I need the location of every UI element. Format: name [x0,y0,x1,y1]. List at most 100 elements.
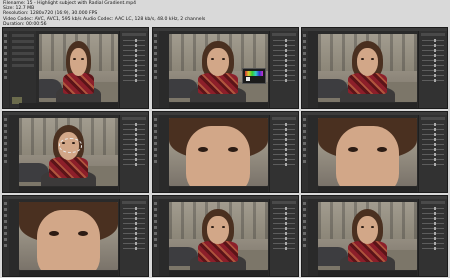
adjustment-slider[interactable] [123,158,145,161]
tool-icon[interactable] [303,118,306,121]
tool-icon[interactable] [303,238,306,241]
adjustment-slider[interactable] [272,44,295,47]
tool-icon[interactable] [153,154,157,157]
tool-icon[interactable] [153,142,157,145]
adjustment-slider[interactable] [422,222,444,225]
tool-icon[interactable] [4,40,7,43]
adjustment-slider[interactable] [123,153,145,156]
adjustment-slider[interactable] [422,153,444,156]
adjustment-slider[interactable] [123,232,145,235]
tool-icon[interactable] [153,130,157,133]
adjustment-slider[interactable] [422,232,444,235]
library-row[interactable] [12,46,34,49]
tool-icon[interactable] [4,118,7,121]
tool-icon[interactable] [303,244,306,247]
tool-icon[interactable] [153,208,157,211]
adjustment-slider[interactable] [422,79,444,82]
adjustment-slider[interactable] [422,207,444,210]
radial-gradient-outline[interactable] [58,138,83,153]
adjustment-slider[interactable] [422,74,444,77]
tool-icon[interactable] [303,208,306,211]
tool-icon[interactable] [303,160,306,163]
adjustment-slider[interactable] [123,163,145,166]
tool-icon[interactable] [4,226,7,229]
tool-icon[interactable] [303,70,306,73]
adjustment-slider[interactable] [422,64,444,67]
adjustment-slider[interactable] [422,227,444,230]
tool-icon[interactable] [153,64,157,67]
adjustment-slider[interactable] [123,44,145,47]
tool-icon[interactable] [153,220,157,223]
adjustment-slider[interactable] [123,227,145,230]
tool-icon[interactable] [303,76,306,79]
tool-icon[interactable] [303,136,306,139]
adjustment-slider[interactable] [272,69,295,72]
tool-icon[interactable] [4,76,7,79]
tool-icon[interactable] [153,226,157,229]
adjustment-slider[interactable] [123,79,145,82]
tool-icon[interactable] [153,160,157,163]
adjustment-slider[interactable] [123,222,145,225]
adjustment-slider[interactable] [422,242,444,245]
adjustment-slider[interactable] [422,59,444,62]
tool-icon[interactable] [153,136,157,139]
adjustment-slider[interactable] [272,222,295,225]
adjustment-slider[interactable] [422,133,444,136]
tool-icon[interactable] [4,160,7,163]
adjustment-slider[interactable] [123,247,145,250]
tool-icon[interactable] [4,148,7,151]
tool-icon[interactable] [4,70,7,73]
adjustment-slider[interactable] [272,133,295,136]
adjustment-slider[interactable] [123,49,145,52]
tool-icon[interactable] [4,34,7,37]
tool-icon[interactable] [4,244,7,247]
adjustment-slider[interactable] [123,138,145,141]
adjustment-slider[interactable] [272,207,295,210]
adjustment-slider[interactable] [422,128,444,131]
tool-icon[interactable] [4,154,7,157]
tool-icon[interactable] [153,148,157,151]
tool-icon[interactable] [153,232,157,235]
tool-icon[interactable] [303,202,306,205]
tool-icon[interactable] [4,202,7,205]
adjustment-slider[interactable] [422,44,444,47]
tool-icon[interactable] [303,64,306,67]
tool-icon[interactable] [153,202,157,205]
adjustment-slider[interactable] [123,212,145,215]
tool-icon[interactable] [303,124,306,127]
tool-icon[interactable] [4,142,7,145]
adjustment-slider[interactable] [272,247,295,250]
tool-icon[interactable] [4,220,7,223]
adjustment-slider[interactable] [272,64,295,67]
tool-icon[interactable] [303,220,306,223]
adjustment-slider[interactable] [272,158,295,161]
tool-icon[interactable] [303,232,306,235]
tool-icon[interactable] [153,46,157,49]
tool-icon[interactable] [303,142,306,145]
adjustment-slider[interactable] [123,237,145,240]
adjustment-slider[interactable] [123,242,145,245]
tool-icon[interactable] [303,148,306,151]
tool-icon[interactable] [4,64,7,67]
adjustment-slider[interactable] [123,128,145,131]
adjustment-slider[interactable] [272,232,295,235]
tool-icon[interactable] [4,52,7,55]
library-row[interactable] [12,40,34,43]
adjustment-slider[interactable] [272,138,295,141]
adjustment-slider[interactable] [422,237,444,240]
tool-icon[interactable] [153,70,157,73]
adjustment-slider[interactable] [272,212,295,215]
tool-icon[interactable] [4,130,7,133]
adjustment-slider[interactable] [422,69,444,72]
adjustment-slider[interactable] [422,212,444,215]
adjustment-slider[interactable] [123,123,145,126]
tool-icon[interactable] [153,238,157,241]
tool-icon[interactable] [153,76,157,79]
adjustment-slider[interactable] [123,217,145,220]
tool-icon[interactable] [4,136,7,139]
tool-icon[interactable] [153,244,157,247]
adjustment-slider[interactable] [272,128,295,131]
adjustment-slider[interactable] [123,64,145,67]
color-picker-popup[interactable] [241,68,266,84]
tool-icon[interactable] [153,52,157,55]
